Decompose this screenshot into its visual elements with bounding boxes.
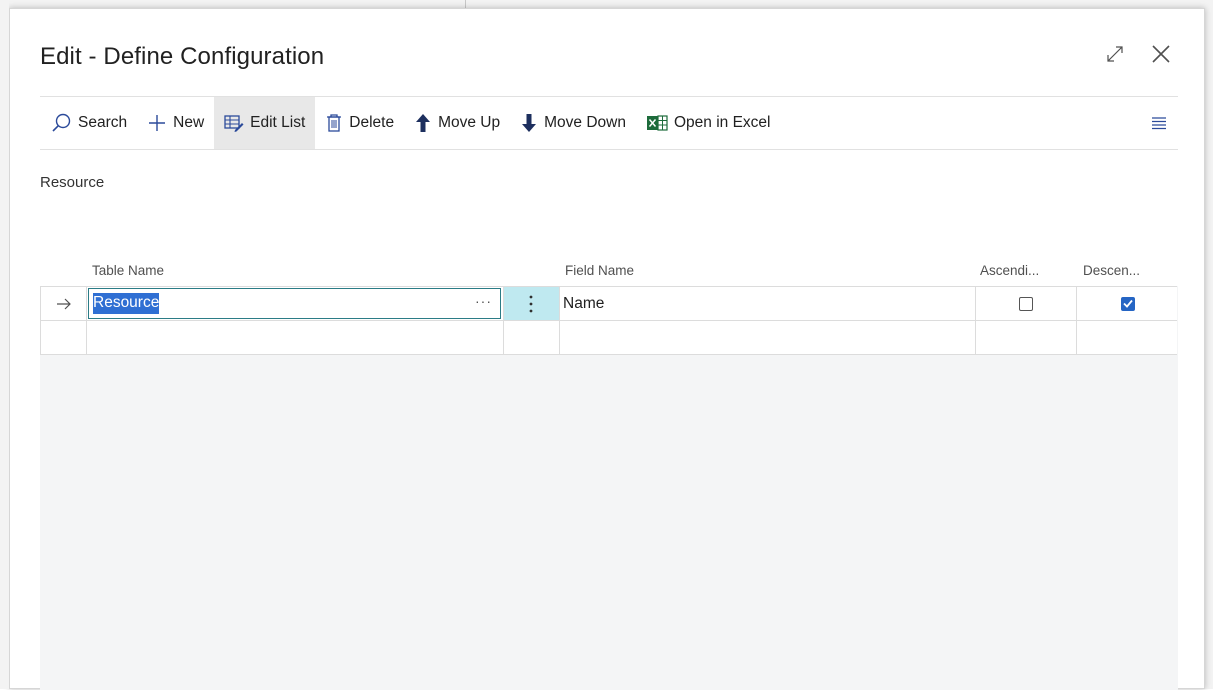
more-options-icon[interactable]	[526, 293, 536, 315]
field-name-cell-empty[interactable]	[560, 321, 976, 354]
dialog-title: Edit - Define Configuration	[40, 43, 325, 70]
table-name-cell[interactable]: Resource ···	[87, 287, 504, 320]
field-name-cell[interactable]: Name	[560, 287, 976, 320]
new-button[interactable]: New	[137, 97, 214, 149]
open-in-excel-button[interactable]: Open in Excel	[636, 97, 781, 149]
dialog-title-actions	[1100, 39, 1176, 69]
arrow-down-icon	[522, 114, 537, 132]
edit-list-button[interactable]: Edit List	[214, 97, 316, 149]
move-down-button[interactable]: Move Down	[510, 97, 636, 149]
table-name-input[interactable]: Resource ···	[88, 288, 501, 319]
table-name-cell-empty[interactable]	[87, 321, 504, 354]
action-toolbar: Search New Edit List Delete Move Up Move…	[40, 96, 1178, 150]
configuration-grid: Table Name Field Name Ascendi... Descen.…	[40, 251, 1178, 690]
plus-icon	[149, 115, 166, 131]
move-down-button-label: Move Down	[544, 114, 626, 131]
define-configuration-dialog: Edit - Define Configuration Search New E…	[9, 8, 1205, 690]
list-view-options-button[interactable]	[1140, 97, 1178, 149]
search-button-label: Search	[78, 114, 128, 131]
ascending-cell	[976, 287, 1077, 320]
row-actions-cell-empty[interactable]	[504, 321, 560, 354]
move-up-button-label: Move Up	[438, 114, 501, 131]
column-header-table-name[interactable]: Table Name	[92, 263, 164, 278]
arrow-up-icon	[416, 114, 431, 132]
page-subtitle: Resource	[40, 174, 105, 191]
descending-checkbox[interactable]	[1120, 296, 1135, 311]
column-header-field-name[interactable]: Field Name	[565, 263, 634, 278]
delete-button-label: Delete	[349, 114, 395, 131]
column-header-ascending[interactable]: Ascendi...	[980, 263, 1039, 278]
edit-list-button-label: Edit List	[250, 114, 306, 131]
list-view-icon	[1152, 117, 1166, 130]
delete-button[interactable]: Delete	[315, 97, 404, 149]
descending-cell	[1077, 287, 1178, 320]
trash-icon	[327, 114, 342, 132]
open-in-excel-button-label: Open in Excel	[673, 114, 771, 131]
edit-list-icon	[224, 115, 244, 132]
arrow-right-icon	[56, 298, 71, 309]
left-backdrop-edge	[0, 0, 9, 689]
search-icon	[52, 113, 71, 132]
table-row-empty[interactable]	[40, 320, 1177, 355]
new-button-label: New	[173, 114, 205, 131]
lookup-button[interactable]: ···	[475, 293, 492, 309]
ascending-cell-empty[interactable]	[976, 321, 1077, 354]
search-button[interactable]: Search	[40, 97, 137, 149]
descending-cell-empty[interactable]	[1077, 321, 1178, 354]
table-name-value: Resource	[93, 293, 160, 314]
row-indicator-empty	[41, 321, 87, 354]
excel-icon	[646, 115, 668, 131]
table-row[interactable]: Resource ··· Name	[40, 286, 1177, 321]
move-up-button[interactable]: Move Up	[404, 97, 510, 149]
ascending-checkbox[interactable]	[1019, 296, 1033, 311]
column-header-descending[interactable]: Descen...	[1083, 263, 1140, 278]
row-actions-cell[interactable]	[504, 287, 560, 320]
row-indicator	[41, 287, 87, 320]
checkmark-icon	[1122, 299, 1133, 308]
grid-header: Table Name Field Name Ascendi... Descen.…	[40, 251, 1178, 286]
expand-icon	[1107, 46, 1123, 62]
expand-button[interactable]	[1100, 39, 1130, 69]
close-icon	[1152, 45, 1170, 63]
close-button[interactable]	[1146, 39, 1176, 69]
